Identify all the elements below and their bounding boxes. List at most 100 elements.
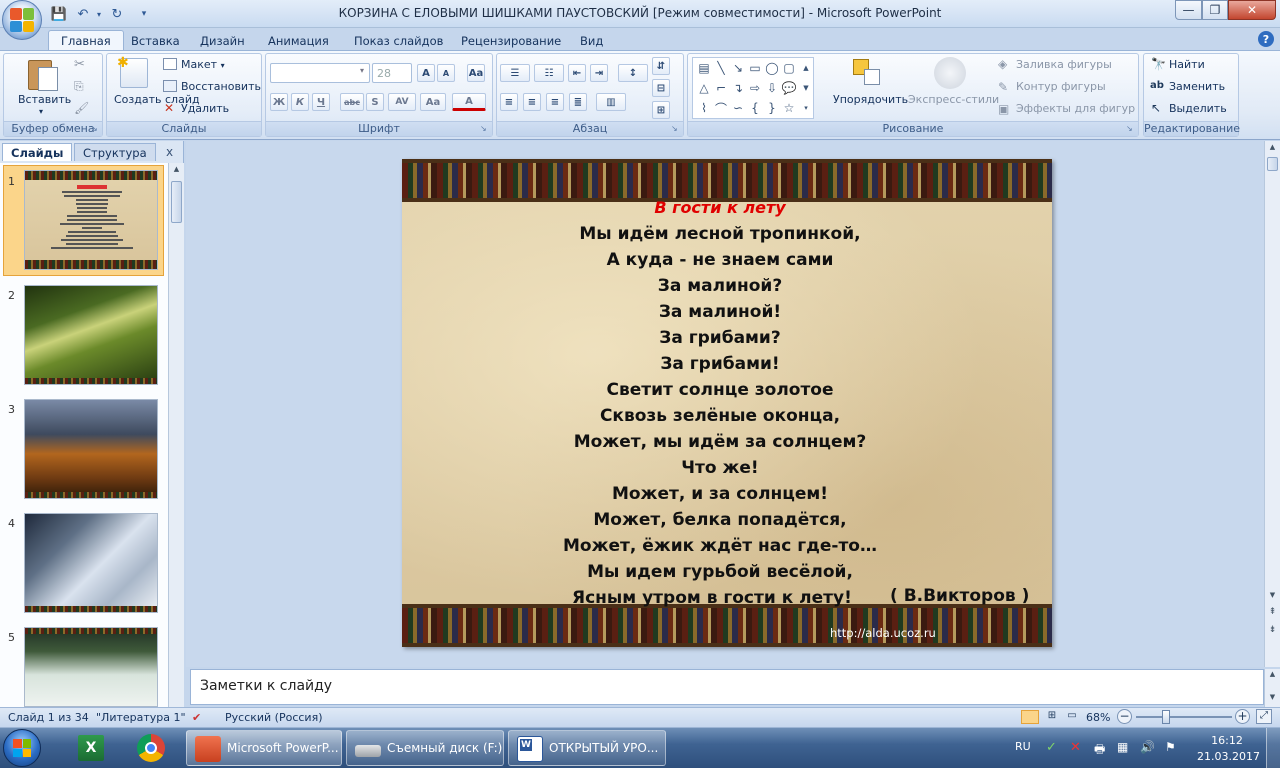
tab-review[interactable]: Рецензирование — [449, 31, 573, 50]
curve-shape-icon[interactable]: ∽ — [730, 100, 746, 116]
shapes-gallery[interactable]: ▤ ╲ ↘ ▭ ◯ ▢ ▲ △ ⌐ ↴ ⇨ ⇩ 💬 ▼ ⌇ ⌒ ∽ { } ☆ … — [692, 57, 814, 119]
text-direction-icon[interactable]: ⇵ — [652, 57, 670, 75]
slide-thumbnail-3[interactable] — [24, 399, 158, 499]
language-tray[interactable]: RU — [1015, 740, 1031, 753]
spellcheck-icon[interactable]: ✔ — [192, 711, 201, 724]
save-icon[interactable]: 💾 — [50, 4, 68, 24]
previous-slide-icon[interactable]: ⇞ — [1267, 607, 1278, 617]
oval-shape-icon[interactable]: ◯ — [764, 60, 780, 76]
tab-design[interactable]: Дизайн — [188, 31, 257, 50]
font-name-dropdown-icon[interactable]: ▾ — [360, 66, 364, 75]
scroll-up-icon[interactable]: ▲ — [1267, 143, 1278, 151]
fit-to-window-icon[interactable]: ⤢ — [1256, 709, 1272, 724]
zoom-level[interactable]: 68% — [1086, 711, 1110, 724]
scroll-up-icon[interactable]: ▲ — [171, 165, 182, 177]
find-button[interactable]: Найти — [1169, 58, 1205, 71]
line-spacing-icon[interactable]: ↕ — [618, 64, 648, 82]
scroll-up-icon[interactable]: ▲ — [1267, 670, 1278, 678]
next-slide-icon[interactable]: ⇟ — [1267, 625, 1278, 635]
gallery-up-icon[interactable]: ▲ — [798, 60, 814, 76]
font-name-input[interactable] — [270, 63, 370, 83]
customize-qat-icon[interactable]: ▾ — [138, 4, 150, 24]
paste-dropdown-icon[interactable]: ▾ — [39, 107, 43, 116]
select-button[interactable]: Выделить — [1169, 102, 1227, 115]
slide-scrollbar[interactable]: ▲ ▼ ⇞ ⇟ — [1264, 141, 1280, 667]
textbox-shape-icon[interactable]: ▤ — [696, 60, 712, 76]
restore-button[interactable]: ❐ — [1202, 0, 1228, 20]
align-right-icon[interactable]: ≡ — [546, 93, 564, 111]
language-indicator[interactable]: Русский (Россия) — [225, 711, 323, 724]
thumbnails-scrollbar[interactable]: ▲ — [168, 163, 184, 707]
scroll-down-icon[interactable]: ▼ — [1267, 693, 1278, 701]
scroll-thumb[interactable] — [1267, 157, 1278, 171]
tab-view[interactable]: Вид — [568, 31, 615, 50]
slide-thumbnail-5[interactable] — [24, 627, 158, 707]
shadow-icon[interactable]: S — [366, 93, 384, 111]
tab-animation[interactable]: Анимация — [256, 31, 341, 50]
antivirus-icon[interactable]: ✕ — [1070, 740, 1081, 755]
redo-icon[interactable]: ↻ — [106, 4, 128, 24]
line-shape-icon[interactable]: ╲ — [713, 60, 729, 76]
zoom-in-icon[interactable]: + — [1235, 709, 1250, 724]
font-launcher-icon[interactable]: ↘ — [480, 124, 487, 133]
justify-icon[interactable]: ≣ — [569, 93, 587, 111]
copy-icon[interactable]: ⎘ — [74, 79, 84, 94]
char-spacing-icon[interactable]: AV — [388, 93, 416, 111]
network-shield-icon[interactable]: ✓ — [1046, 740, 1057, 755]
tab-slides-panel[interactable]: Слайды — [2, 143, 73, 161]
star-shape-icon[interactable]: ☆ — [781, 100, 797, 116]
paste-button[interactable]: Вставить — [18, 93, 71, 106]
align-center-icon[interactable]: ≡ — [523, 93, 541, 111]
new-slide-icon[interactable]: ✱ — [117, 55, 148, 88]
rounded-rect-shape-icon[interactable]: ▢ — [781, 60, 797, 76]
close-button[interactable]: ✕ — [1228, 0, 1276, 20]
underline-icon[interactable]: Ч — [312, 93, 330, 111]
font-color-icon[interactable]: A — [452, 93, 486, 111]
clipboard-launcher-icon[interactable]: ↘ — [91, 124, 98, 133]
drawing-launcher-icon[interactable]: ↘ — [1126, 124, 1133, 133]
strikethrough-icon[interactable]: abc — [340, 93, 364, 111]
freeform-shape-icon[interactable]: ⌇ — [696, 100, 712, 116]
layout-button[interactable]: Макет ▾ — [181, 58, 225, 71]
change-case-icon[interactable]: Aa — [420, 93, 446, 111]
slide-text-box[interactable]: В гости к лету Мы идём лесной тропинкой,… — [402, 197, 1038, 611]
arrange-button[interactable]: Упорядочить — [833, 93, 908, 106]
clock-time[interactable]: 16:12 — [1204, 734, 1250, 747]
show-desktop-button[interactable] — [1266, 728, 1280, 768]
callout-shape-icon[interactable]: 💬 — [781, 80, 797, 96]
shrink-font-icon[interactable]: A — [437, 64, 455, 82]
minimize-button[interactable]: — — [1175, 0, 1202, 20]
align-text-icon[interactable]: ⊟ — [652, 79, 670, 97]
columns-icon[interactable]: ▥ — [596, 93, 626, 111]
tab-outline-panel[interactable]: Структура — [74, 143, 156, 161]
arrange-icon[interactable] — [850, 57, 884, 91]
scroll-thumb[interactable] — [171, 181, 182, 223]
volume-icon[interactable]: 🔊 — [1140, 740, 1155, 754]
shape-fill-button[interactable]: Заливка фигуры — [1016, 58, 1112, 71]
paragraph-launcher-icon[interactable]: ↘ — [671, 124, 678, 133]
shape-outline-button[interactable]: Контур фигуры — [1016, 80, 1106, 93]
start-button[interactable] — [3, 729, 41, 767]
slide-thumbnail-1[interactable] — [24, 170, 158, 270]
gallery-down-icon[interactable]: ▼ — [798, 80, 814, 96]
down-arrow-shape-icon[interactable]: ⇩ — [764, 80, 780, 96]
right-brace-shape-icon[interactable]: } — [764, 100, 780, 116]
bullets-icon[interactable]: ☰ — [500, 64, 530, 82]
elbow-arrow-icon[interactable]: ↴ — [730, 80, 746, 96]
quick-styles-icon[interactable] — [934, 57, 966, 89]
align-left-icon[interactable]: ≡ — [500, 93, 518, 111]
slideshow-view-icon[interactable]: ▭ — [1063, 710, 1081, 724]
reset-button[interactable]: Восстановить — [181, 80, 261, 93]
paste-icon[interactable] — [24, 57, 62, 93]
slide-sorter-icon[interactable]: ⊞ — [1043, 710, 1061, 724]
taskbar-powerpoint[interactable]: Microsoft PowerP... — [186, 730, 342, 766]
clock-date[interactable]: 21.03.2017 — [1197, 750, 1260, 763]
gallery-more-icon[interactable]: ▾ — [798, 100, 814, 116]
numbering-icon[interactable]: ☷ — [534, 64, 564, 82]
printer-icon[interactable]: 🖶 — [1094, 740, 1105, 761]
clear-format-icon[interactable]: Aa — [467, 64, 485, 82]
slide-thumbnail-2[interactable] — [24, 285, 158, 385]
action-center-icon[interactable]: ⚑ — [1165, 740, 1176, 754]
shape-effects-button[interactable]: Эффекты для фигур — [1016, 102, 1135, 115]
tab-slideshow[interactable]: Показ слайдов — [342, 31, 455, 50]
